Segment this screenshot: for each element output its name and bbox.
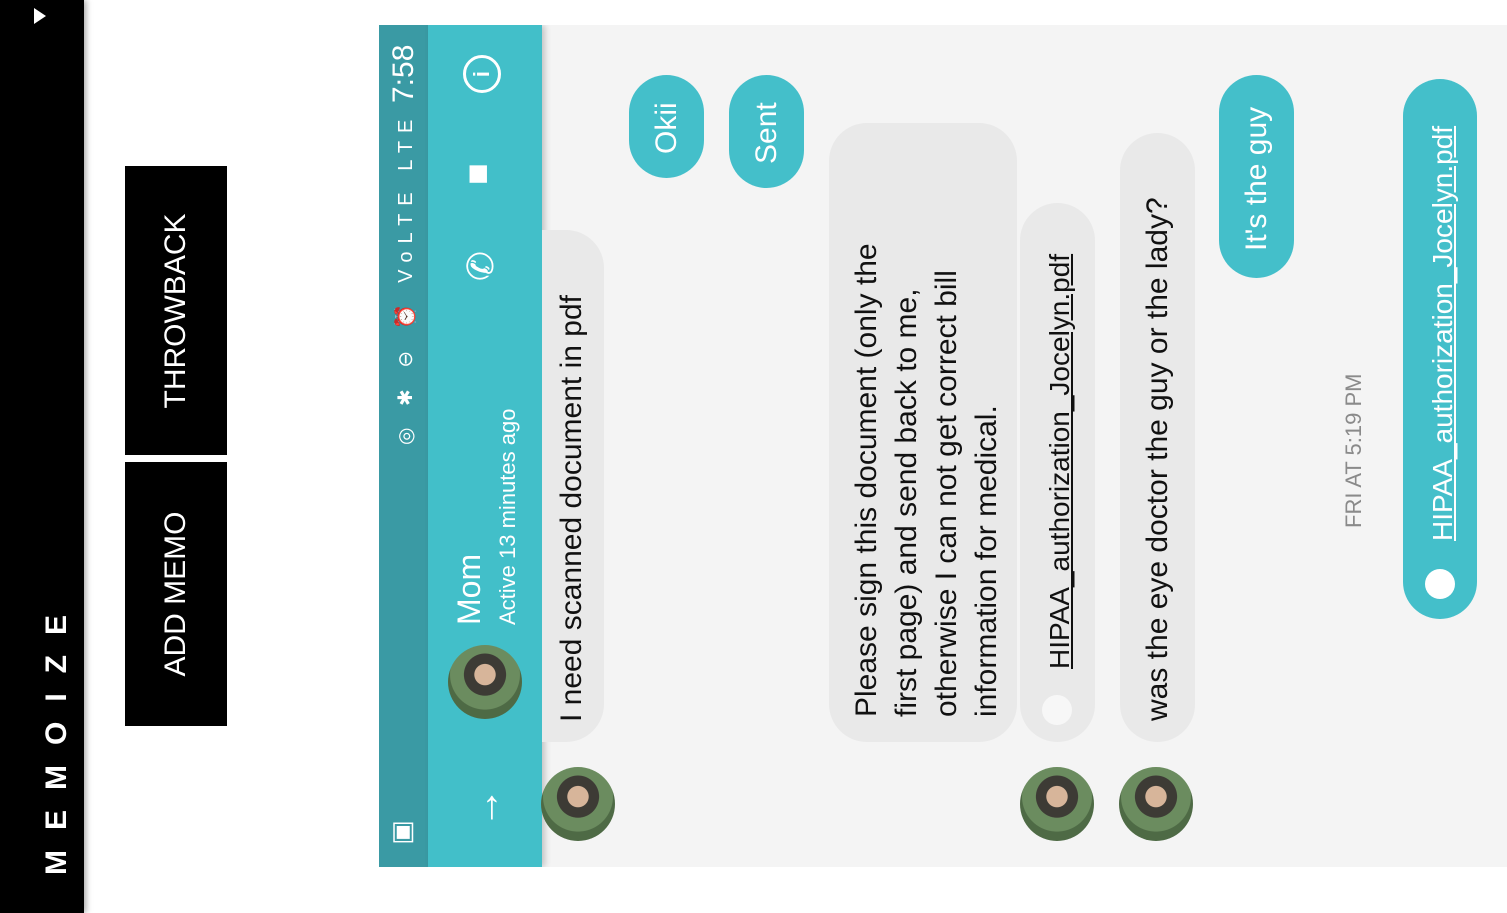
- message-bubble[interactable]: was the eye doctor the guy or the lady?: [1120, 133, 1195, 742]
- brand-label: MEMOIZE: [40, 595, 73, 875]
- add-memo-button[interactable]: ADD MEMO: [125, 462, 227, 726]
- attachment-link[interactable]: HIPAA_authorization_Jocelyn.pdf: [1040, 254, 1080, 669]
- sender-avatar: [1119, 767, 1193, 841]
- notification-icon: ▣: [385, 820, 416, 845]
- attachment-link[interactable]: HIPAA_authorization_Jocelyn.pdf: [1423, 126, 1463, 541]
- message-line: Please sign this document (only the: [850, 243, 883, 717]
- contact-status: Active 13 minutes ago: [495, 408, 520, 625]
- message-text: was the eye doctor the guy or the lady?: [1141, 197, 1174, 721]
- memoize-sidebar: MEMOIZE: [0, 0, 84, 913]
- throwback-button[interactable]: THROWBACK: [125, 166, 227, 455]
- message-line: otherwise I can not get correct bill: [930, 270, 963, 717]
- message-bubble[interactable]: Please sign this document (only the firs…: [829, 123, 1017, 742]
- play-icon[interactable]: [34, 8, 46, 24]
- attachment-bubble[interactable]: HIPAA_authorization_Jocelyn.pdf: [1020, 203, 1095, 742]
- info-icon[interactable]: i: [463, 55, 501, 93]
- attachment-bubble[interactable]: HIPAA_authorization_Jocelyn.pdf: [1403, 79, 1477, 619]
- download-icon[interactable]: [1425, 569, 1455, 599]
- sender-avatar: [541, 767, 615, 841]
- back-arrow-icon[interactable]: →: [464, 788, 509, 828]
- contact-name: Mom: [451, 553, 487, 625]
- phone-screen: 7:58 ◎ ✱ ⊖ ⏰ VoLTE LTE ▣ → ✆ ■ i Mom Act…: [379, 25, 1507, 867]
- status-bar: 7:58 ◎ ✱ ⊖ ⏰ VoLTE LTE ▣: [379, 25, 428, 867]
- timestamp: FRI AT 5:19 PM: [1341, 373, 1366, 528]
- status-time: 7:58: [387, 44, 420, 103]
- message-line: first page) and send back to me,: [890, 288, 923, 717]
- add-memo-label: ADD MEMO: [159, 511, 192, 677]
- video-call-icon[interactable]: ■: [456, 163, 498, 185]
- phone-icon[interactable]: ✆: [460, 251, 502, 281]
- message-text: Sent: [750, 102, 783, 164]
- throwback-label: THROWBACK: [159, 213, 192, 408]
- download-icon[interactable]: [1042, 695, 1072, 725]
- message-line: information for medical.: [970, 405, 1003, 717]
- sender-avatar: [1020, 767, 1094, 841]
- message-text: Okii: [650, 102, 683, 154]
- conversation-header: → ✆ ■: [428, 25, 542, 867]
- status-icons: ◎ ✱ ⊖ ⏰ VoLTE LTE: [395, 111, 417, 445]
- message-bubble[interactable]: It's the guy: [1219, 75, 1294, 278]
- contact-avatar[interactable]: [448, 645, 522, 719]
- message-bubble[interactable]: I need scanned document in pdf: [542, 230, 604, 742]
- message-bubble[interactable]: Sent: [729, 75, 804, 188]
- message-text: It's the guy: [1240, 106, 1273, 251]
- message-text: I need scanned document in pdf: [555, 295, 588, 722]
- message-bubble[interactable]: Okii: [629, 75, 704, 178]
